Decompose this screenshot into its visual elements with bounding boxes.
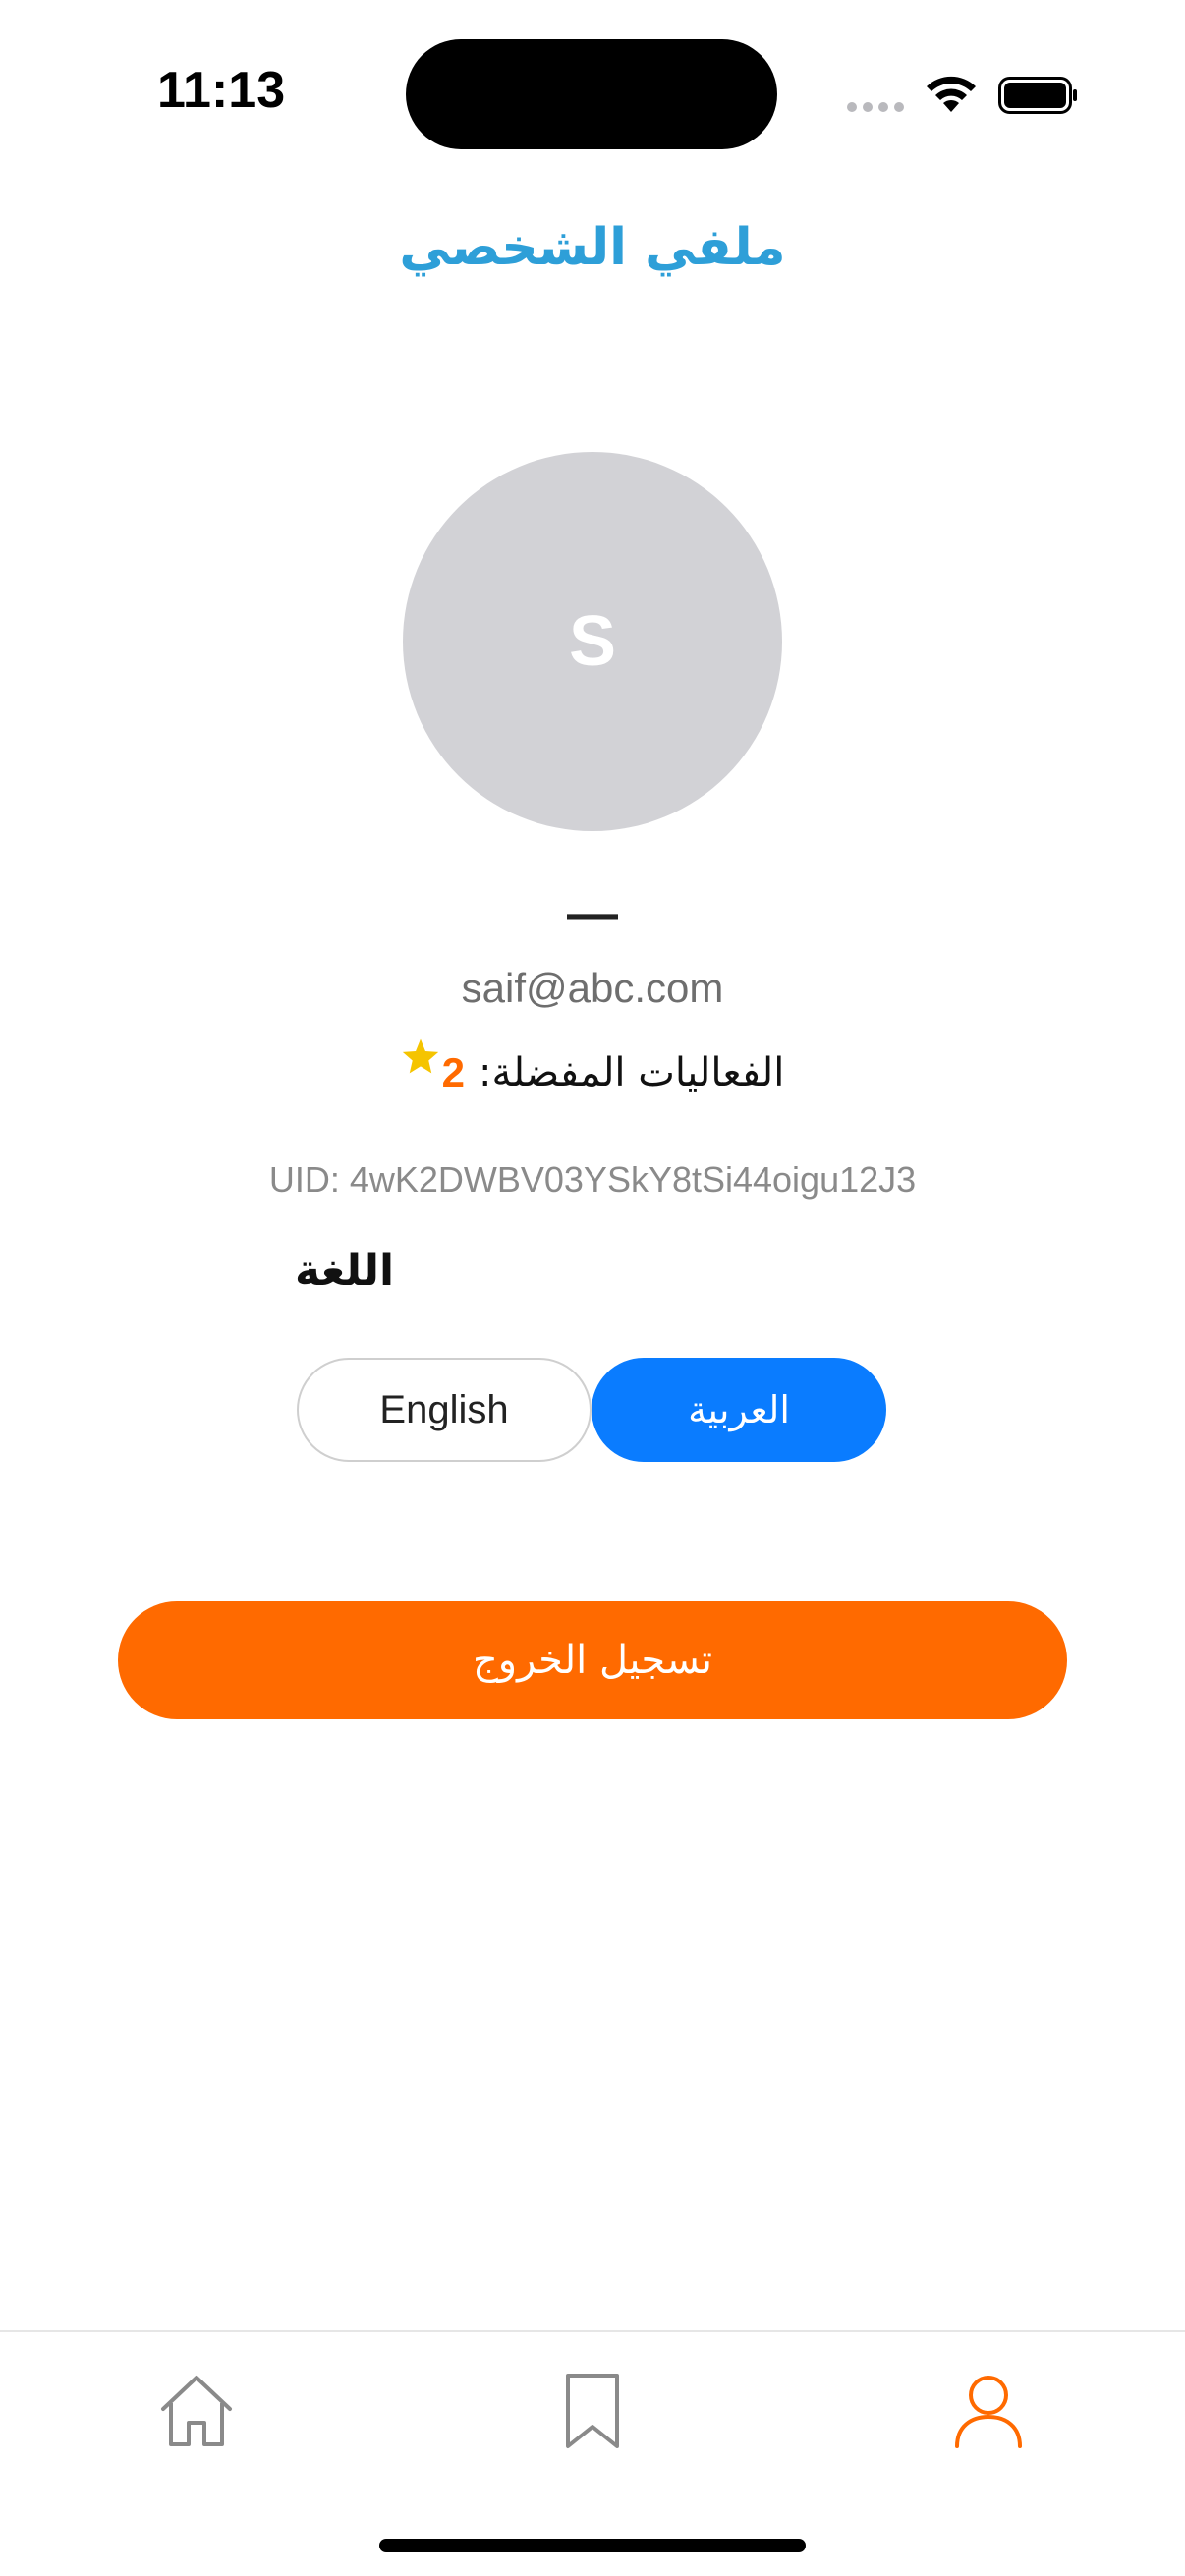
status-time: 11:13 <box>157 62 286 119</box>
language-option-english[interactable]: English <box>297 1358 592 1462</box>
favorites-label: الفعاليات المفضلة: <box>479 1050 785 1095</box>
logout-button[interactable]: تسجيل الخروج <box>118 1601 1067 1719</box>
language-option-arabic[interactable]: العربية <box>592 1358 886 1462</box>
user-uid: UID: 4wK2DWBV03YSkY8tSi44oigu12J3 <box>268 1159 917 1200</box>
cellular-signal-icon <box>847 102 904 112</box>
home-icon[interactable] <box>157 2372 236 2450</box>
favorites-count-row: الفعاليات المفضلة: 2 <box>0 1038 1185 1096</box>
language-section-title: اللغة <box>295 1246 395 1296</box>
star-icon <box>402 1038 438 1074</box>
avatar-initial: S <box>568 602 617 681</box>
avatar: S <box>403 452 782 831</box>
dynamic-island <box>406 39 777 149</box>
page-title: ملفي الشخصي <box>399 218 786 277</box>
profile-icon[interactable] <box>949 2372 1028 2450</box>
bookmark-icon[interactable] <box>558 2372 627 2450</box>
user-name: — <box>567 885 618 942</box>
home-indicator <box>379 2539 806 2552</box>
favorites-count: 2 <box>441 1049 465 1095</box>
wifi-icon <box>927 76 976 112</box>
battery-icon <box>998 77 1077 114</box>
profile-screen: 11:13 ملفي الشخصي S — saif@abc.com الفعا… <box>0 0 1185 2576</box>
user-email: saif@abc.com <box>461 965 724 1011</box>
